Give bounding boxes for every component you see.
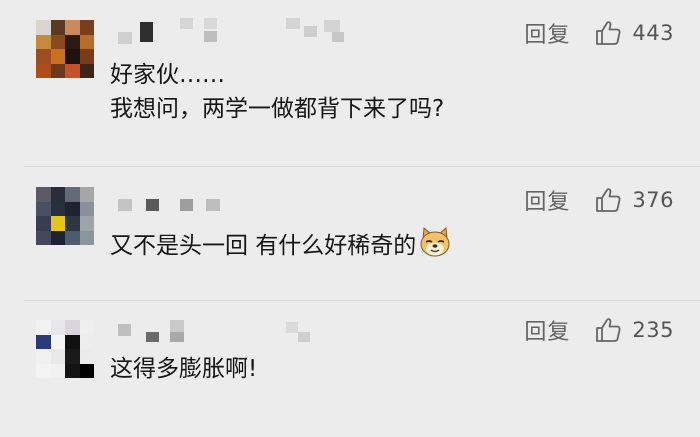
like-button[interactable]: 235: [594, 316, 700, 344]
avatar-pixel: [65, 320, 80, 335]
avatar-pixel: [65, 20, 80, 35]
avatar-pixel: [50, 63, 65, 78]
thumbs-up-icon: [596, 318, 621, 342]
avatar-pixel: [36, 49, 51, 64]
avatar-pixel: [36, 20, 51, 35]
avatar-pixel: [50, 334, 65, 349]
comment-item: 回复 235 这得多膨胀啊!: [0, 302, 700, 437]
comment-item: 回复 443 好家伙…… 我想问，两学一做都背下来了吗?: [0, 0, 700, 170]
avatar-pixel: [36, 334, 51, 349]
avatar-pixel: [79, 216, 94, 231]
avatar-pixel: [36, 187, 51, 202]
avatar-pixel: [36, 34, 51, 49]
avatar-pixel: [65, 49, 80, 64]
reply-button[interactable]: 回复: [524, 314, 570, 346]
comment-actions: 回复 235: [524, 315, 700, 345]
avatar-pixel: [50, 187, 65, 202]
avatar-pixel: [50, 230, 65, 245]
avatar-pixel: [50, 201, 65, 216]
avatar-pixel: [50, 363, 65, 378]
comment-line-text: 又不是头一回 有什么好稀奇的: [110, 233, 417, 259]
like-count: 235: [632, 318, 674, 342]
avatar-pixel: [65, 63, 80, 78]
comment-text: 又不是头一回 有什么好稀奇的: [110, 225, 452, 263]
comment-text: 好家伙…… 我想问，两学一做都背下来了吗?: [110, 58, 444, 126]
comment-item: 回复 376 又不是头一回 有什么好稀奇的: [0, 167, 700, 300]
like-button[interactable]: 443: [594, 19, 700, 47]
comment-actions: 回复 376: [524, 185, 700, 215]
avatar-pixel: [65, 201, 80, 216]
divider: [24, 300, 700, 301]
avatar-pixel: [36, 63, 51, 78]
avatar-pixel: [79, 349, 94, 364]
avatar-pixel: [65, 349, 80, 364]
avatar-pixel: [50, 34, 65, 49]
avatar-pixel: [65, 34, 80, 49]
avatar-pixel: [36, 320, 51, 335]
avatar-pixel: [79, 201, 94, 216]
avatar-pixel: [79, 230, 94, 245]
avatar-pixel: [79, 49, 94, 64]
comment-line: 这得多膨胀啊!: [110, 356, 258, 382]
avatar-pixel: [50, 349, 65, 364]
avatar-pixel: [65, 334, 80, 349]
avatar[interactable]: [36, 320, 94, 378]
avatar-pixel: [50, 20, 65, 35]
username-blurred[interactable]: [118, 320, 338, 342]
username-blurred[interactable]: [118, 199, 278, 215]
thumbs-up-icon: [596, 21, 621, 45]
avatar-pixel: [50, 49, 65, 64]
avatar-pixel: [36, 201, 51, 216]
avatar-pixel: [79, 34, 94, 49]
avatar-pixel: [79, 20, 94, 35]
comment-actions: 回复 443: [524, 18, 700, 48]
avatar-pixel: [65, 363, 80, 378]
doge-emoji-icon: [420, 226, 450, 257]
like-count: 443: [632, 21, 674, 45]
avatar-pixel: [79, 363, 94, 378]
avatar-pixel: [79, 334, 94, 349]
like-button[interactable]: 376: [594, 186, 700, 214]
comment-line: 又不是头一回 有什么好稀奇的: [110, 225, 452, 263]
comment-line: 好家伙……: [110, 62, 225, 88]
avatar-pixel: [36, 216, 51, 231]
avatar-pixel: [50, 320, 65, 335]
avatar-pixel: [79, 63, 94, 78]
avatar[interactable]: [36, 20, 94, 78]
avatar-pixel: [65, 230, 80, 245]
avatar-pixel: [65, 216, 80, 231]
avatar-pixel: [79, 187, 94, 202]
thumbs-up-icon: [596, 188, 621, 212]
username-blurred[interactable]: [118, 18, 378, 44]
avatar-pixel: [79, 320, 94, 335]
reply-button[interactable]: 回复: [524, 184, 570, 216]
comment-text: 这得多膨胀啊!: [110, 352, 257, 386]
reply-button[interactable]: 回复: [524, 17, 570, 49]
avatar-pixel: [36, 363, 51, 378]
avatar[interactable]: [36, 187, 94, 245]
avatar-pixel: [50, 216, 65, 231]
avatar-pixel: [65, 187, 80, 202]
comment-line: 我想问，两学一做都背下来了吗?: [110, 96, 445, 122]
avatar-pixel: [36, 349, 51, 364]
avatar-pixel: [36, 230, 51, 245]
like-count: 376: [632, 188, 674, 212]
